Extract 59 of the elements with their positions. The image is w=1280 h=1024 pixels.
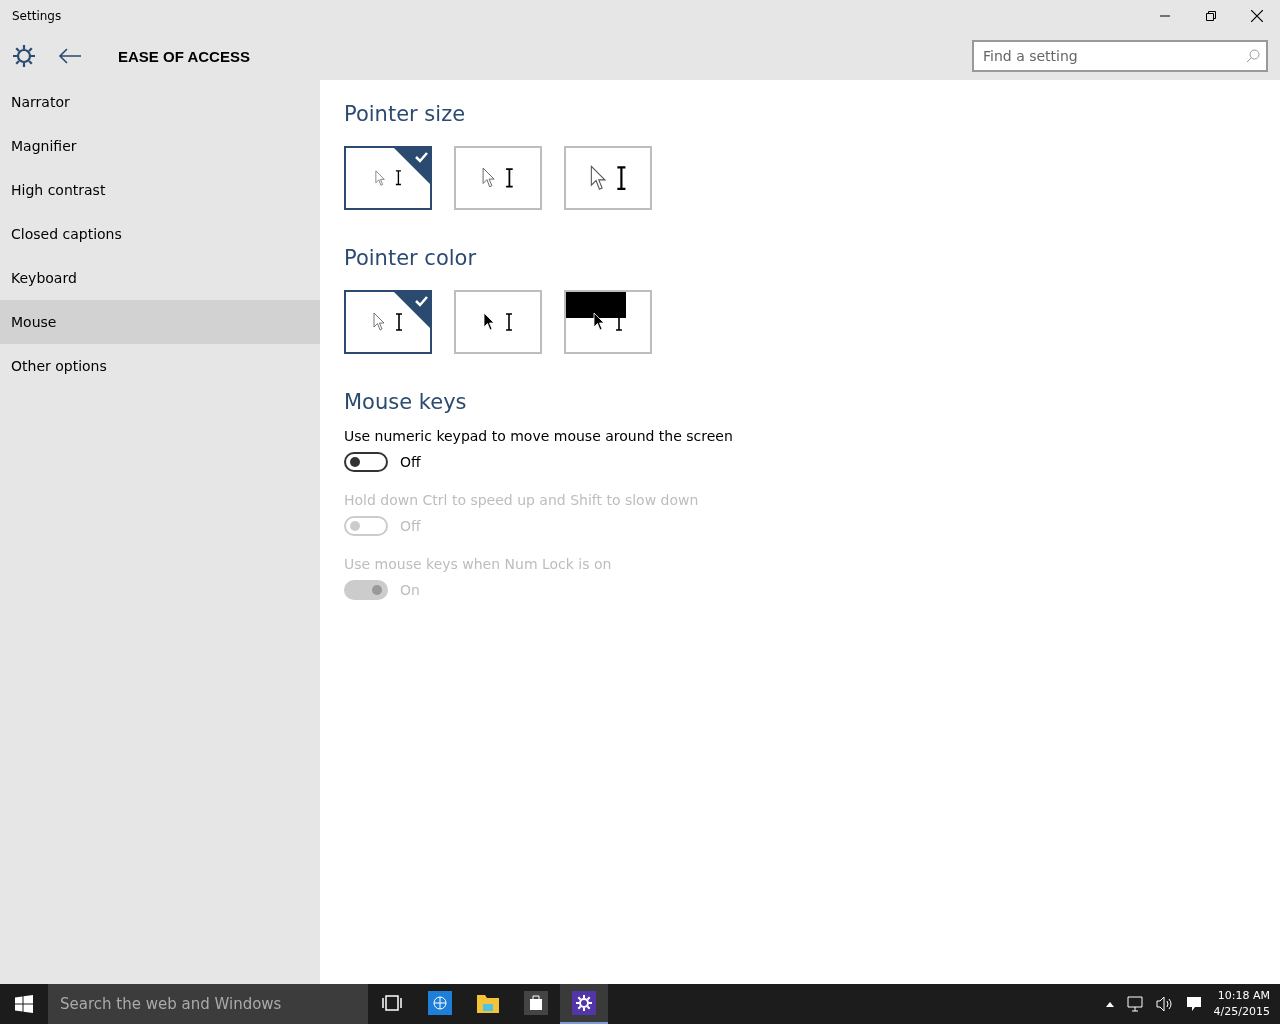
inverted-area <box>566 292 626 318</box>
close-icon <box>1251 10 1263 22</box>
sidebar-item[interactable]: Narrator <box>0 80 320 124</box>
sidebar-item[interactable]: Other options <box>0 344 320 388</box>
pointer-size-option[interactable] <box>344 146 432 210</box>
text-cursor-icon <box>505 313 513 331</box>
settings-icon <box>572 991 596 1015</box>
text-cursor-icon <box>615 165 627 191</box>
taskbar-app-button[interactable] <box>560 984 608 1024</box>
pointer-color-option[interactable] <box>454 290 542 354</box>
sidebar-item[interactable]: Magnifier <box>0 124 320 168</box>
section-heading: Pointer size <box>344 102 467 126</box>
search-field[interactable]: Find a setting <box>972 40 1268 72</box>
globe-icon <box>428 991 452 1015</box>
network-icon[interactable] <box>1125 996 1144 1012</box>
pointer-color-option[interactable] <box>344 290 432 354</box>
selected-check-icon <box>392 290 432 330</box>
back-button[interactable] <box>58 48 82 64</box>
volume-icon[interactable] <box>1155 996 1174 1012</box>
pointer-icon <box>482 167 496 189</box>
toggle-state: Off <box>400 454 421 470</box>
toggle-state: On <box>400 582 420 598</box>
windows-icon <box>15 995 33 1013</box>
clock-date: 4/25/2015 <box>1213 1004 1270 1020</box>
page-title: EASE OF ACCESS <box>118 47 251 65</box>
setting-label: Use mouse keys when Num Lock is on <box>344 556 613 572</box>
folder-icon <box>476 992 500 1014</box>
pointer-icon <box>374 169 385 187</box>
settings-icon <box>12 44 36 68</box>
setting-label: Use numeric keypad to move mouse around the screen <box>344 428 734 444</box>
toggle-switch[interactable] <box>344 452 388 472</box>
section-heading: Mouse keys <box>344 390 468 414</box>
toggle-state: Off <box>400 518 421 534</box>
pointer-icon <box>483 312 495 332</box>
window-title: Settings <box>12 9 63 23</box>
section-heading: Pointer color <box>344 246 478 270</box>
sidebar-item[interactable]: Mouse <box>0 300 320 344</box>
shopping-bag-icon <box>524 991 548 1015</box>
clock-time: 10:18 AM <box>1217 988 1270 1004</box>
task-view-icon <box>382 995 402 1011</box>
pointer-color-option[interactable] <box>564 290 652 354</box>
selected-check-icon <box>392 146 432 186</box>
taskbar-search-field[interactable]: Search the web and Windows <box>48 984 368 1024</box>
pointer-size-option[interactable] <box>564 146 652 210</box>
sidebar-item[interactable]: Keyboard <box>0 256 320 300</box>
sidebar-item[interactable]: High contrast <box>0 168 320 212</box>
search-icon <box>1246 49 1260 63</box>
text-cursor-icon <box>394 170 402 186</box>
text-cursor-icon <box>505 168 514 188</box>
text-cursor-icon <box>395 313 403 331</box>
chevron-up-icon[interactable] <box>1105 1001 1114 1007</box>
restore-icon <box>1206 11 1216 21</box>
pointer-icon <box>373 312 385 332</box>
pointer-icon <box>593 312 605 332</box>
pointer-icon <box>589 164 606 192</box>
setting-label: Hold down Ctrl to speed up and Shift to slow down <box>344 492 700 508</box>
sidebar-item[interactable]: Closed captions <box>0 212 320 256</box>
back-arrow-icon <box>58 48 82 64</box>
message-icon[interactable] <box>1185 996 1202 1012</box>
